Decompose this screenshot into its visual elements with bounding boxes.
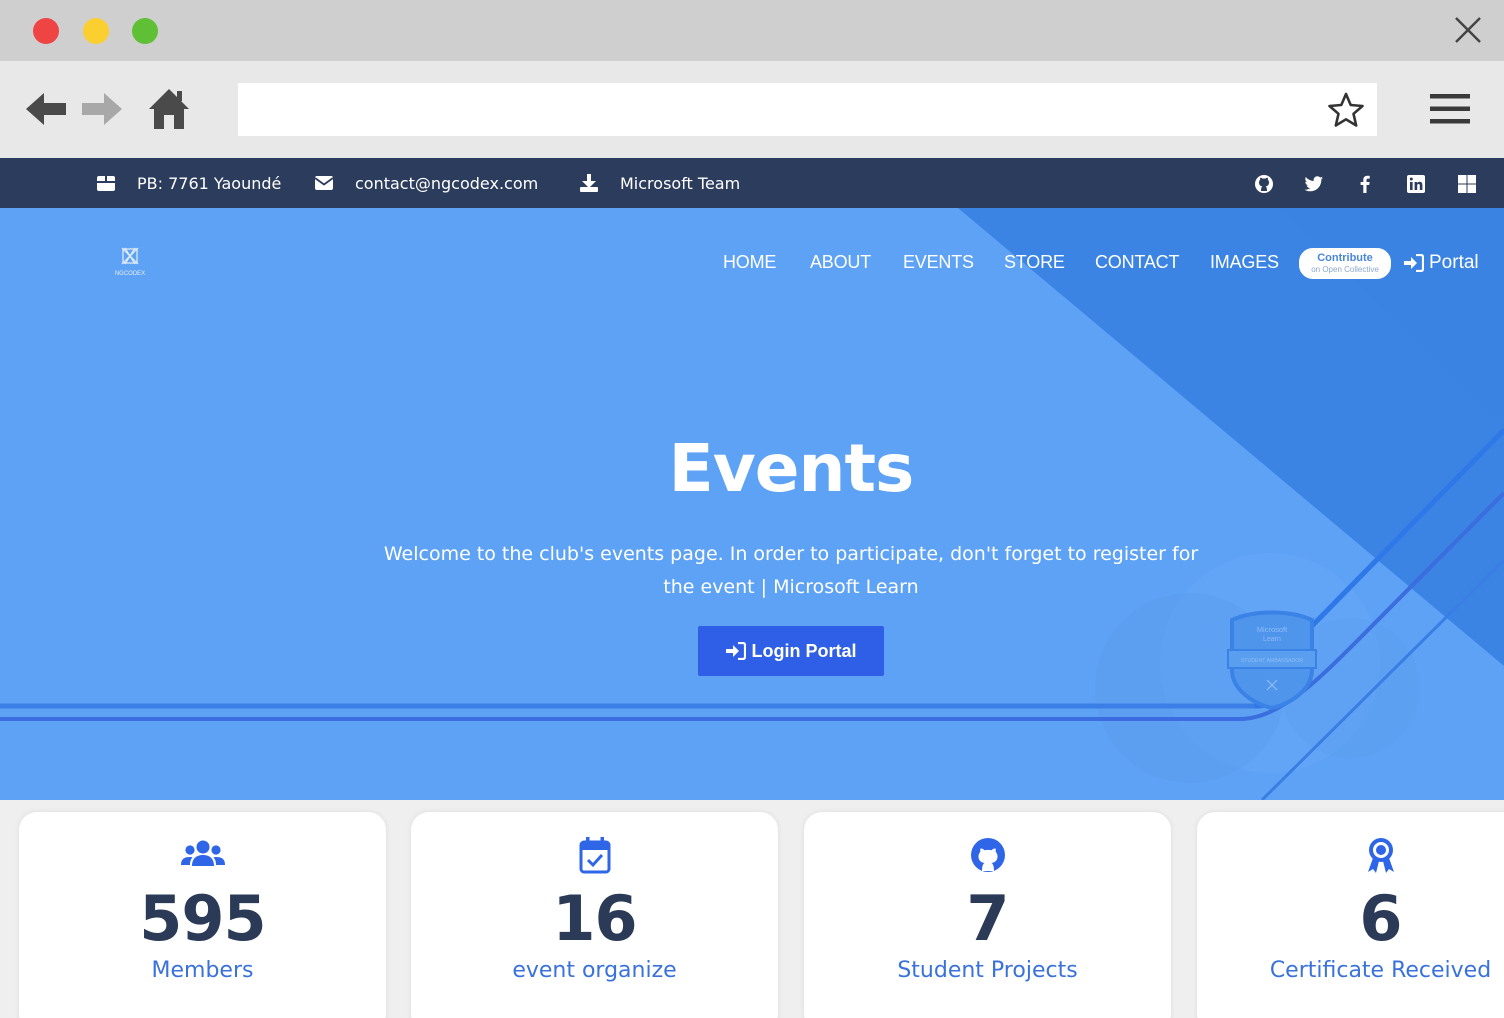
linkedin-icon[interactable] [1406, 174, 1426, 194]
events-label: event organize [512, 958, 677, 983]
hero-section: NGCODEX HOME ABOUT EVENTS STORE CONTACT … [0, 208, 1504, 800]
contribute-button[interactable]: Contribute on Open Collective [1299, 248, 1391, 279]
login-portal-button[interactable]: Login Portal [698, 626, 884, 676]
forward-arrow-icon[interactable] [82, 91, 124, 127]
back-arrow-icon[interactable] [26, 91, 68, 127]
title-bar [0, 0, 1504, 61]
stat-card-members: 595 Members [19, 812, 386, 1018]
projects-count: 7 [966, 882, 1009, 955]
login-portal-label: Login Portal [751, 640, 857, 661]
badge-line3: STUDENT AMBASSADOR [1241, 658, 1303, 664]
email-link[interactable]: contact@ngcodex.com [355, 174, 538, 193]
contribute-label: Contribute [1317, 252, 1373, 264]
browser-toolbar [0, 61, 1504, 158]
minimize-window-button[interactable] [83, 18, 109, 44]
page-title: Events [668, 430, 915, 507]
users-icon [180, 840, 225, 866]
facebook-icon[interactable] [1355, 174, 1375, 194]
envelope-icon [314, 176, 334, 190]
stat-card-projects: 7 Student Projects [804, 812, 1171, 1018]
badge-line2: Learn [1263, 636, 1281, 643]
stat-card-events: 16 event organize [411, 812, 778, 1018]
portal-link[interactable]: Portal [1404, 252, 1479, 274]
download-icon [580, 174, 598, 192]
certificates-label: Certificate Received [1269, 958, 1492, 983]
close-icon[interactable] [1452, 14, 1484, 46]
ngcodex-logo[interactable]: NGCODEX [108, 244, 152, 278]
nav-home[interactable]: HOME [723, 252, 776, 273]
badge-line1: Microsoft [1257, 625, 1288, 634]
address-text: PB: 7761 Yaoundé [137, 173, 282, 193]
menu-hamburger-icon[interactable] [1430, 93, 1470, 125]
address-bar[interactable] [238, 83, 1377, 136]
top-info-bar: PB: 7761 Yaoundé contact@ngcodex.com Mic… [0, 158, 1504, 208]
team-item[interactable]: Microsoft Team [579, 158, 740, 208]
bookmark-star-icon[interactable] [1327, 91, 1365, 129]
logo-text: NGCODEX [115, 271, 145, 277]
certificates-count: 6 [1359, 882, 1402, 955]
events-count: 16 [552, 882, 637, 955]
calendar-check-icon [579, 837, 610, 874]
members-count: 595 [139, 882, 266, 955]
stat-card-certificates: 6 Certificate Received [1197, 812, 1504, 1018]
members-label: Members [151, 958, 254, 983]
browser-window: PB: 7761 Yaoundé contact@ngcodex.com Mic… [0, 0, 1504, 1018]
nav-events[interactable]: EVENTS [903, 252, 974, 273]
box-icon [97, 176, 115, 191]
nav-about[interactable]: ABOUT [810, 252, 871, 273]
home-icon[interactable] [148, 87, 190, 131]
nav-contact[interactable]: CONTACT [1095, 252, 1179, 273]
address-item: PB: 7761 Yaoundé [96, 158, 281, 208]
windows-icon[interactable] [1457, 174, 1477, 194]
stats-section: 595 Members 16 event organize 7 Student … [0, 800, 1504, 1018]
nav-store[interactable]: STORE [1004, 252, 1065, 273]
maximize-window-button[interactable] [132, 18, 158, 44]
projects-label: Student Projects [897, 958, 1078, 983]
team-link[interactable]: Microsoft Team [620, 174, 740, 193]
nav-images[interactable]: IMAGES [1210, 252, 1279, 273]
github-icon[interactable] [1254, 174, 1274, 194]
award-icon [1367, 838, 1394, 873]
student-ambassador-badge: Microsoft Learn STUDENT AMBASSADOR [1227, 610, 1317, 710]
email-item[interactable]: contact@ngcodex.com [314, 158, 538, 208]
close-window-button[interactable] [33, 18, 59, 44]
hero-subtitle: Welcome to the club's events page. In or… [383, 543, 1199, 598]
sign-in-icon [1404, 254, 1424, 272]
twitter-icon[interactable] [1304, 174, 1324, 194]
github-icon [970, 838, 1005, 872]
contribute-sublabel: on Open Collective [1311, 265, 1379, 274]
portal-label: Portal [1429, 252, 1479, 273]
sign-in-icon [725, 642, 746, 660]
